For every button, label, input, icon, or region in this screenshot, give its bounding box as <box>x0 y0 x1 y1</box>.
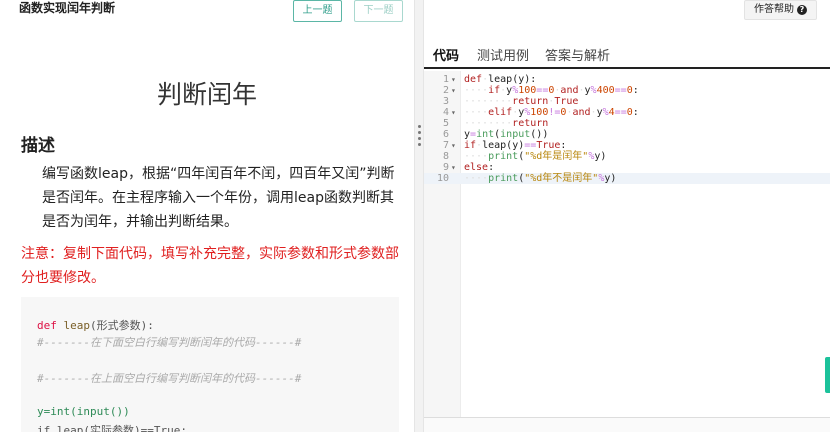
editor-line[interactable]: 5 ········return <box>424 118 830 129</box>
description-heading: 描述 <box>21 136 55 156</box>
editor-status-bar <box>424 417 830 432</box>
line-number: 6 <box>442 129 449 140</box>
editor-line[interactable]: 7 ▾ if·leap(y)==True: <box>424 140 830 151</box>
line-number: 8 <box>442 151 449 162</box>
answer-help-label: 作答帮助 <box>754 4 794 15</box>
line-number: 2 <box>442 85 449 96</box>
editor-line[interactable]: 3 ········return·True <box>424 96 830 107</box>
editor-line[interactable]: 8 ····print("%d年是闰年"%y) <box>424 151 830 162</box>
editor-line-text: else: <box>464 162 495 173</box>
editor-line-text: ····if·y%100==0·and·y%400==0: <box>464 85 639 96</box>
problem-title: 判断闰年 <box>156 80 257 109</box>
line-number: 10 <box>436 173 449 184</box>
editor-line[interactable]: 1 ▾ def·leap(y): <box>424 74 830 85</box>
editor-line-text: ····print("%d年不是闰年"%y) <box>464 173 617 184</box>
editor-line-text: ········return·True <box>464 96 579 107</box>
code-line: #-------在下面空白行编写判断闰年的代码------# <box>37 336 302 349</box>
tab-code[interactable]: 代码 <box>433 45 459 64</box>
next-question-button[interactable]: 下一题 <box>354 0 403 22</box>
prev-question-button[interactable]: 上一题 <box>293 0 342 22</box>
problem-panel: 函数实现闰年判断 上一题 下一题 判断闰年 描述 编写函数leap，根据“四年闰… <box>0 0 414 432</box>
side-feedback-tab[interactable] <box>825 357 830 393</box>
editor-line[interactable]: 10 ····print("%d年不是闰年"%y) <box>424 173 830 184</box>
question-circle-icon: ? <box>797 5 807 15</box>
code-line: if leap(实际参数)==True: <box>37 424 187 432</box>
editor-line[interactable]: 6 y=int(input()) <box>424 129 830 140</box>
editor-line[interactable]: 4 ▾ ····elif·y%100!=0·and·y%4==0: <box>424 107 830 118</box>
code-editor[interactable]: 1 ▾ def·leap(y): 2 ▾ ····if·y%100==0·and·y%40… <box>424 71 830 417</box>
line-number: 1 <box>442 74 449 85</box>
exercise-title: 函数实现闰年判断 <box>19 1 116 15</box>
editor-line-text: if·leap(y)==True: <box>464 140 567 151</box>
line-number: 7 <box>442 140 449 151</box>
template-code-block[interactable]: def leap(形式参数): #-------在下面空白行编写判断闰年的代码-… <box>21 297 399 432</box>
answer-help-button[interactable]: 作答帮助? <box>744 0 817 20</box>
editor-line-text: ········return <box>464 118 549 129</box>
code-line: y=int(input()) <box>37 405 130 418</box>
line-number: 9 <box>442 162 449 173</box>
answer-tabs: 代码 测试用例 答案与解析 <box>424 41 830 69</box>
line-number: 4 <box>442 107 449 118</box>
editor-line[interactable]: 9 ▾ else: <box>424 162 830 173</box>
editor-line[interactable]: 2 ▾ ····if·y%100==0·and·y%400==0: <box>424 85 830 96</box>
problem-header: 函数实现闰年判断 上一题 下一题 <box>0 0 414 30</box>
fold-arrow-icon[interactable]: ▾ <box>451 74 456 85</box>
panel-resize-handle[interactable] <box>414 0 424 432</box>
editor-line-text: def·leap(y): <box>464 74 537 85</box>
drag-handle-icon <box>418 125 422 149</box>
fold-arrow-icon[interactable]: ▾ <box>451 85 456 96</box>
editor-line-text: y=int(input()) <box>464 129 549 140</box>
tab-answer-analysis[interactable]: 答案与解析 <box>545 45 610 64</box>
answer-panel: 作答帮助? 代码 测试用例 答案与解析 1 ▾ def·leap(y): 2 ▾ ····… <box>424 0 830 432</box>
fold-arrow-icon[interactable]: ▾ <box>451 140 456 151</box>
note-text: 注意：复制下面代码，填写补充完整，实际参数和形式参数部分也要修改。 <box>21 246 399 286</box>
editor-line-text: ····elif·y%100!=0·and·y%4==0: <box>464 107 639 118</box>
description-text: 编写函数leap，根据“四年闰百年不闰，四百年又闰”判断是否闰年。在主程序输入一… <box>42 166 395 230</box>
code-line: def leap(形式参数): <box>37 319 154 332</box>
tab-test-cases[interactable]: 测试用例 <box>477 45 529 64</box>
line-number: 5 <box>442 118 449 129</box>
fold-arrow-icon[interactable]: ▾ <box>451 162 456 173</box>
fold-arrow-icon[interactable]: ▾ <box>451 107 456 118</box>
line-number: 3 <box>442 96 449 107</box>
code-line: #-------在上面空白行编写判断闰年的代码------# <box>37 372 302 385</box>
editor-line-text: ····print("%d年是闰年"%y) <box>464 151 607 162</box>
